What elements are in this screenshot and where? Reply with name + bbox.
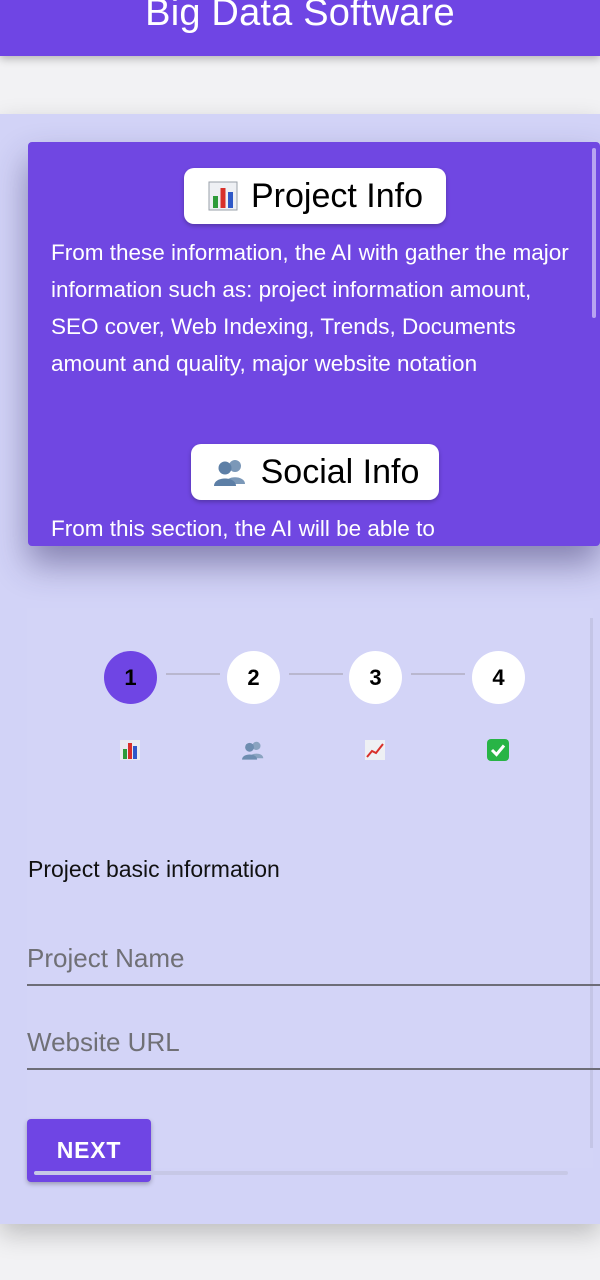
step-3[interactable]: 3 (349, 651, 402, 704)
step-connector (411, 673, 465, 675)
step-1[interactable]: 1 (104, 651, 157, 704)
info-card-scrollbar[interactable] (592, 148, 596, 318)
section-title: Project Info (251, 176, 423, 215)
app-title: Big Data Software (145, 0, 455, 34)
section-description: From these information, the AI with gath… (51, 240, 569, 376)
project-name-input[interactable] (27, 932, 600, 986)
bar-chart-icon (207, 180, 239, 212)
step-connector (166, 673, 220, 675)
users-icon (239, 736, 267, 764)
horizontal-scrollbar[interactable] (34, 1171, 568, 1175)
trend-up-icon (361, 736, 389, 764)
section-pill-project-info: Project Info (184, 168, 446, 224)
bar-chart-icon (116, 736, 144, 764)
step-4[interactable]: 4 (472, 651, 525, 704)
app-bar: Big Data Software (0, 0, 600, 56)
check-icon (484, 736, 512, 764)
info-card[interactable]: Project Info From these information, the… (28, 142, 600, 546)
website-url-input[interactable] (27, 1016, 600, 1070)
section-pill-social-info: Social Info (191, 444, 439, 500)
form-title: Project basic information (28, 856, 280, 882)
section-title: Social Info (260, 452, 420, 491)
users-icon (211, 456, 249, 488)
step-connector (289, 673, 343, 675)
section-description: From this section, the AI will be able t… (51, 516, 435, 541)
step-2[interactable]: 2 (227, 651, 280, 704)
